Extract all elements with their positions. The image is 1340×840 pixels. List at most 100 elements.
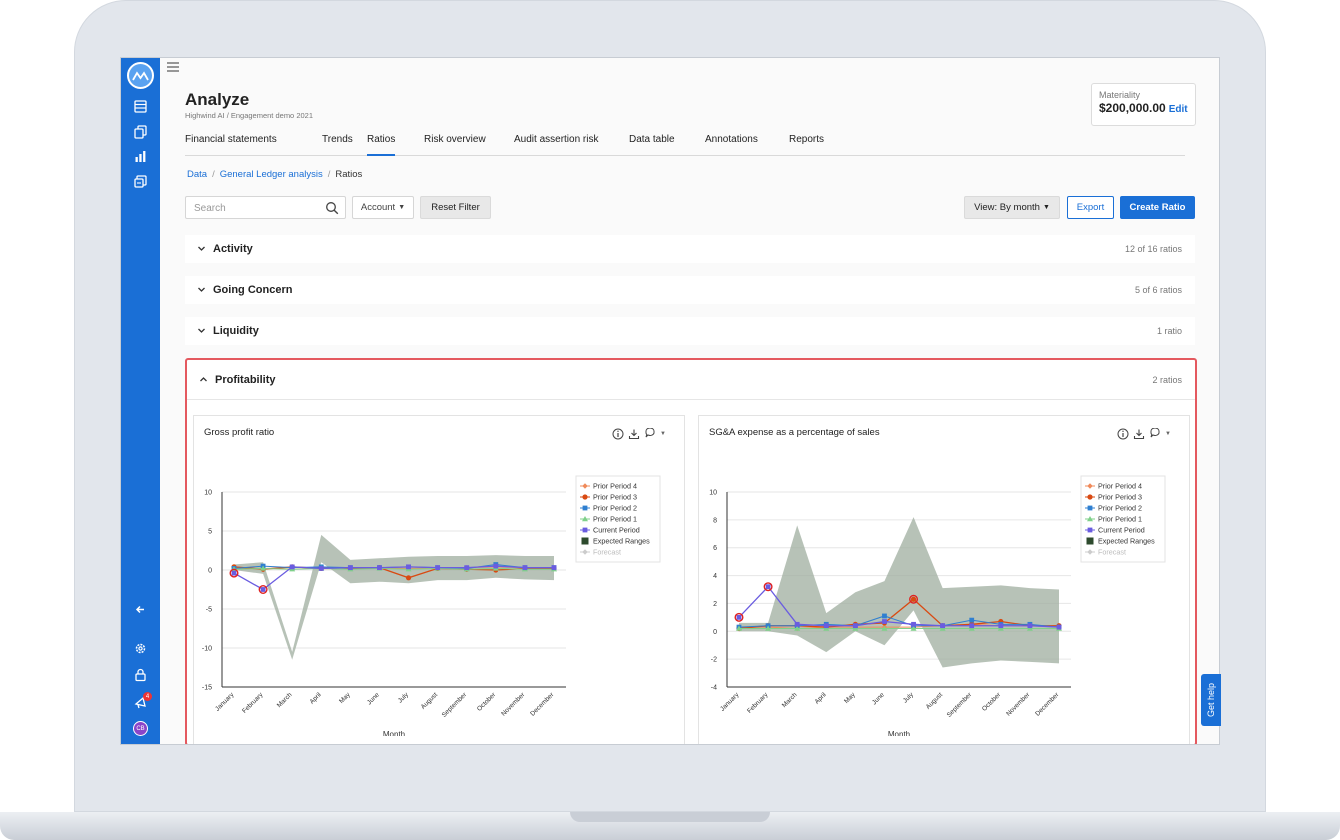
view-dropdown-label: View: By month <box>974 202 1040 213</box>
app-logo[interactable] <box>127 62 154 89</box>
chevron-down-icon <box>198 246 205 251</box>
legend-marker <box>581 537 589 545</box>
section-liquidity[interactable]: Liquidity 1 ratio <box>185 317 1195 345</box>
x-tick-label: December <box>1034 691 1061 718</box>
chart-title: Gross profit ratio <box>204 427 275 438</box>
x-tick-label: January <box>719 691 741 713</box>
download-icon[interactable] <box>628 428 640 440</box>
section-count: 2 ratios <box>1152 375 1182 385</box>
get-help-label: Get help <box>1206 682 1216 718</box>
caret-down-icon: ▼ <box>1042 204 1050 211</box>
search-icon[interactable] <box>325 201 339 215</box>
tab-annotations[interactable]: Annotations <box>705 134 758 156</box>
lock-icon[interactable] <box>133 667 148 682</box>
legend-marker <box>582 494 588 500</box>
laptop-notch <box>570 812 770 822</box>
tab-financial-statements[interactable]: Financial statements <box>185 134 277 156</box>
y-tick-label: 4 <box>713 573 717 580</box>
breadcrumb-general-ledger[interactable]: General Ledger analysis <box>220 169 323 180</box>
legend-label: Forecast <box>1098 548 1126 557</box>
tab-ratios[interactable]: Ratios <box>367 134 396 156</box>
legend-label: Expected Ranges <box>1098 537 1155 546</box>
breadcrumb-current: Ratios <box>335 169 363 180</box>
x-tick-label: July <box>397 691 411 705</box>
x-tick-label: May <box>843 691 857 705</box>
expected-range-band <box>234 534 554 660</box>
user-avatar[interactable]: CB <box>133 721 148 736</box>
tab-trends[interactable]: Trends <box>322 134 353 156</box>
view-dropdown[interactable]: View: By month ▼ <box>964 196 1060 219</box>
data-point <box>464 565 470 571</box>
y-tick-label: -2 <box>711 657 717 664</box>
account-dropdown[interactable]: Account ▼ <box>352 196 414 219</box>
y-tick-label: -15 <box>202 685 212 692</box>
data-point <box>765 584 771 590</box>
chevron-down-icon[interactable]: ▼ <box>660 431 666 437</box>
info-icon[interactable] <box>1117 428 1129 440</box>
get-help-button[interactable]: Get help <box>1201 674 1221 726</box>
database-icon[interactable] <box>133 99 148 114</box>
profitability-header[interactable]: Profitability 2 ratios <box>187 360 1195 400</box>
create-ratio-button[interactable]: Create Ratio <box>1120 196 1195 219</box>
data-point <box>551 565 557 571</box>
legend-label: Prior Period 3 <box>1098 493 1142 502</box>
hamburger-menu-icon[interactable] <box>167 62 179 72</box>
tab-data-table[interactable]: Data table <box>629 134 675 156</box>
data-point <box>1027 623 1033 629</box>
chart-actions: ▼ <box>1117 428 1171 440</box>
materiality-edit-link[interactable]: Edit <box>1169 104 1188 115</box>
sga-expense-chart: 10 8 6 4 2 0 -2 -4January February March April May J… <box>709 475 1166 736</box>
chart-title: SG&A expense as a percentage of sales <box>709 427 880 438</box>
data-point <box>377 565 382 571</box>
documents-icon[interactable] <box>133 124 148 139</box>
analytics-icon[interactable] <box>133 149 148 164</box>
legend-label: Expected Ranges <box>593 537 650 546</box>
section-count: 1 ratio <box>1156 326 1182 336</box>
x-tick-label: February <box>746 691 770 715</box>
section-activity[interactable]: Activity 12 of 16 ratios <box>185 235 1195 263</box>
materiality-label: Materiality <box>1099 90 1141 100</box>
x-tick-label: April <box>309 691 324 706</box>
reports-icon[interactable] <box>133 174 148 189</box>
data-point <box>318 566 324 571</box>
comment-icon[interactable] <box>1149 428 1161 440</box>
y-tick-label: 5 <box>208 529 212 536</box>
reset-filter-button[interactable]: Reset Filter <box>420 196 491 219</box>
data-point <box>289 564 295 570</box>
y-tick-label: -4 <box>711 685 717 692</box>
download-icon[interactable] <box>1133 428 1145 440</box>
data-point <box>852 623 858 629</box>
data-point <box>940 623 946 629</box>
x-tick-label: September <box>441 691 469 719</box>
search-input[interactable]: Search <box>185 196 346 219</box>
legend-label: Current Period <box>1098 526 1145 535</box>
chevron-down-icon[interactable]: ▼ <box>1165 431 1171 437</box>
legend-label: Prior Period 4 <box>593 482 637 491</box>
tab-audit-assertion-risk[interactable]: Audit assertion risk <box>514 134 598 156</box>
x-tick-label: October <box>476 691 498 713</box>
legend-label: Prior Period 2 <box>1098 504 1142 513</box>
info-icon[interactable] <box>612 428 624 440</box>
y-tick-label: 8 <box>713 517 717 524</box>
tab-risk-overview[interactable]: Risk overview <box>424 134 486 156</box>
y-tick-label: -5 <box>206 607 212 614</box>
breadcrumb-separator: / <box>212 169 215 180</box>
collapse-arrow-icon[interactable] <box>133 602 148 617</box>
logo-icon <box>132 70 149 80</box>
settings-gear-icon[interactable] <box>133 641 148 656</box>
legend-marker <box>1086 537 1094 545</box>
sidebar: 4 CB <box>121 58 160 744</box>
y-tick-label: 10 <box>204 490 212 497</box>
materiality-value: $200,000.00 Edit <box>1099 101 1188 115</box>
comment-icon[interactable] <box>644 428 656 440</box>
data-point <box>1056 624 1062 630</box>
breadcrumb-data[interactable]: Data <box>187 169 207 180</box>
materiality-card: Materiality $200,000.00 Edit <box>1091 83 1196 126</box>
tab-reports[interactable]: Reports <box>789 134 824 156</box>
legend-marker <box>1087 527 1093 533</box>
data-point <box>969 617 975 623</box>
section-going-concern[interactable]: Going Concern 5 of 6 ratios <box>185 276 1195 304</box>
export-button[interactable]: Export <box>1067 196 1114 219</box>
data-point <box>347 565 353 571</box>
data-point <box>406 564 411 570</box>
